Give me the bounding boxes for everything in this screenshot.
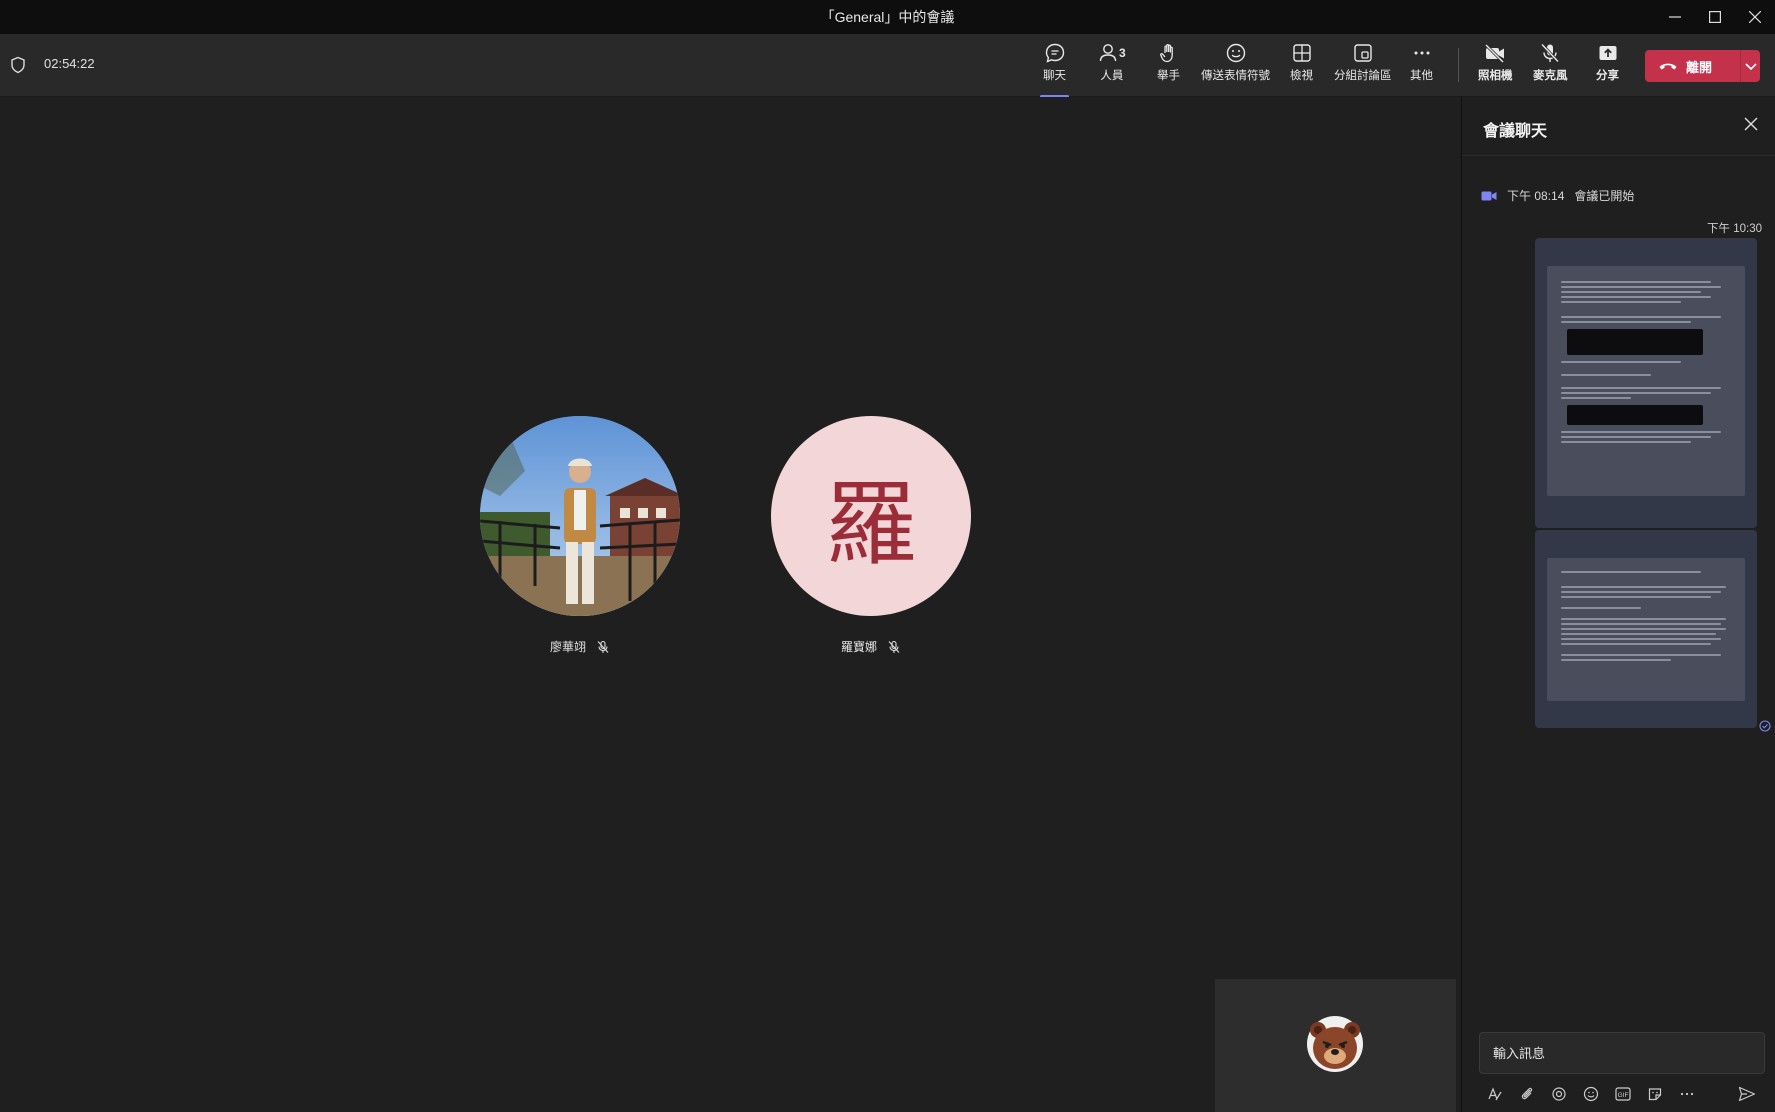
format-icon[interactable]: [1479, 1082, 1511, 1106]
participant-name: 羅寶娜: [840, 640, 877, 654]
reactions-label: 傳送表情符號: [1201, 70, 1270, 82]
chat-message[interactable]: [1535, 238, 1757, 528]
mic-button[interactable]: 麥克風: [1533, 40, 1568, 92]
people-count: 3: [1119, 46, 1126, 60]
read-receipt-icon: [1759, 720, 1771, 732]
maximize-icon[interactable]: [1695, 0, 1735, 34]
participant-name: 廖華翊: [549, 640, 586, 654]
close-window-icon[interactable]: [1735, 0, 1775, 34]
message-screenshot-image[interactable]: [1547, 558, 1745, 701]
meeting-toolbar: 02:54:22 聊天 3 人員 舉手 傳送表情符號 檢視 分組討論區 其他 照…: [0, 34, 1775, 98]
chat-message[interactable]: [1535, 530, 1757, 728]
raise-hand-icon: [1159, 43, 1173, 63]
chat-button-label: 聊天: [1043, 70, 1066, 82]
toolbar-divider: [1458, 48, 1459, 82]
system-time: 下午 08:14: [1507, 189, 1565, 203]
more-button[interactable]: 其他: [1410, 40, 1433, 92]
view-label: 檢視: [1290, 70, 1313, 82]
more-icon: [1414, 51, 1429, 55]
meeting-timer: 02:54:22: [44, 56, 95, 71]
chevron-down-icon: [1744, 63, 1757, 71]
breakout-rooms-label: 分組討論區: [1334, 70, 1392, 82]
title-bar: 「General」中的會議: [0, 0, 1775, 34]
reactions-button[interactable]: 傳送表情符號: [1201, 40, 1270, 92]
raise-hand-label: 舉手: [1157, 70, 1180, 82]
mic-label: 麥克風: [1533, 70, 1568, 82]
leave-label: 離開: [1686, 59, 1713, 75]
share-screen-icon: [1599, 46, 1616, 60]
people-button[interactable]: 3 人員: [1098, 40, 1126, 92]
participant-tile[interactable]: 羅 羅寶娜: [771, 416, 971, 666]
view-layout-icon: [1292, 44, 1311, 62]
window-controls: [1655, 0, 1775, 34]
camera-button[interactable]: 照相機: [1478, 40, 1513, 92]
compose-toolbar: GIF: [1479, 1082, 1763, 1106]
shield-icon: [11, 56, 25, 74]
leave-options-button[interactable]: [1741, 50, 1760, 82]
breakout-rooms-icon: [1354, 44, 1372, 62]
camera-off-icon: [1485, 43, 1505, 64]
meeting-started-notice: 下午 08:14 會議已開始: [1481, 187, 1634, 204]
participant-initial-avatar: 羅: [771, 416, 971, 616]
meeting-stage: 廖華翊 羅 羅寶娜: [0, 97, 1460, 1112]
video-icon: [1481, 191, 1497, 200]
close-icon[interactable]: [1744, 117, 1758, 131]
chat-button[interactable]: 聊天: [1040, 40, 1069, 98]
svg-text:GIF: GIF: [1618, 1092, 1629, 1099]
more-options-icon[interactable]: [1671, 1082, 1703, 1106]
chat-title: 會議聊天: [1483, 123, 1548, 140]
view-button[interactable]: 檢視: [1290, 40, 1313, 92]
chat-header: 會議聊天: [1462, 97, 1775, 156]
emoji-icon[interactable]: [1575, 1082, 1607, 1106]
people-button-label: 人員: [1100, 70, 1124, 82]
chat-icon: [1045, 43, 1064, 63]
self-view-tile[interactable]: [1215, 979, 1456, 1112]
people-icon: [1099, 44, 1117, 62]
window-title: 「General」中的會議: [820, 9, 955, 25]
leave-button[interactable]: 離開: [1645, 50, 1740, 82]
message-screenshot-image[interactable]: [1547, 266, 1745, 496]
avatar-initial: 羅: [824, 470, 917, 578]
gif-icon[interactable]: GIF: [1607, 1082, 1639, 1106]
message-input[interactable]: [1480, 1033, 1764, 1073]
send-icon[interactable]: [1731, 1082, 1763, 1106]
participant-photo-avatar: [480, 416, 680, 616]
participant-name-row: 羅寶娜: [771, 638, 971, 655]
mic-off-icon: [888, 640, 900, 653]
message-timestamp: 下午 10:30: [1707, 223, 1762, 235]
participant-tile[interactable]: 廖華翊: [480, 416, 680, 666]
share-button[interactable]: 分享: [1596, 40, 1619, 92]
mic-off-icon: [597, 640, 609, 653]
meeting-chat-panel: 會議聊天 下午 08:14 會議已開始 下午 10:30 輸入訊息 GIF: [1461, 97, 1775, 1112]
bear-avatar-icon: [1307, 1016, 1363, 1072]
breakout-rooms-button[interactable]: 分組討論區: [1334, 40, 1392, 92]
hang-up-icon: [1659, 63, 1677, 70]
attach-icon[interactable]: [1511, 1082, 1543, 1106]
loop-icon[interactable]: [1543, 1082, 1575, 1106]
minimize-icon[interactable]: [1655, 0, 1695, 34]
participant-name-row: 廖華翊: [480, 638, 680, 655]
system-text: 會議已開始: [1574, 189, 1635, 203]
raise-hand-button[interactable]: 舉手: [1157, 40, 1180, 92]
emoji-icon: [1226, 43, 1245, 63]
mic-off-icon: [1541, 43, 1560, 63]
compose-box[interactable]: [1479, 1032, 1765, 1074]
leave-button-group: 離開: [1645, 50, 1760, 82]
camera-label: 照相機: [1478, 70, 1513, 82]
share-label: 分享: [1596, 70, 1619, 82]
more-label: 其他: [1410, 70, 1433, 82]
sticker-icon[interactable]: [1639, 1082, 1671, 1106]
